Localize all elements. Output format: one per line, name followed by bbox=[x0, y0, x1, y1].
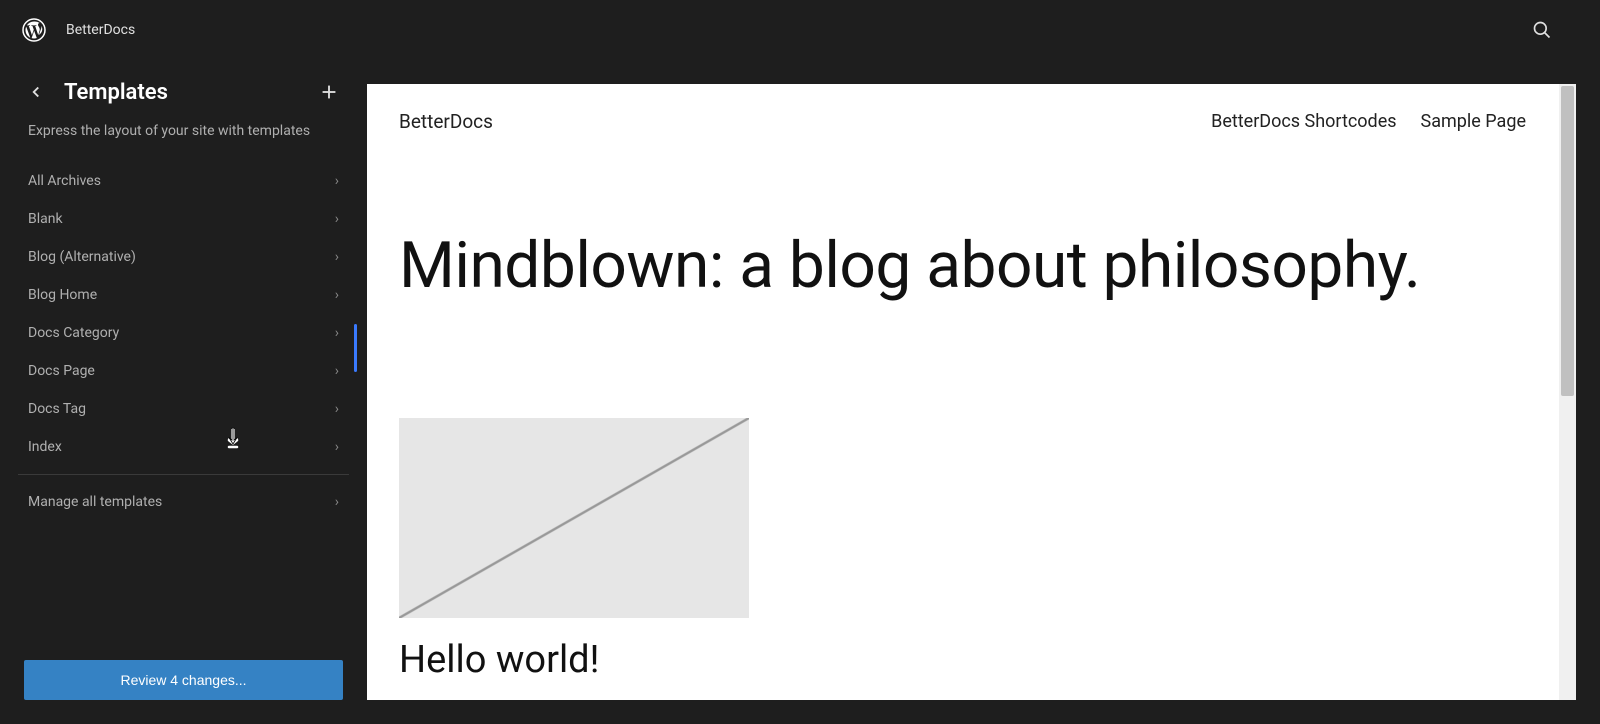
chevron-right-icon: › bbox=[335, 494, 339, 510]
post-featured-image-placeholder[interactable] bbox=[399, 418, 749, 618]
search-button[interactable] bbox=[1524, 12, 1560, 48]
chevron-right-icon: › bbox=[335, 439, 339, 455]
preview-content: BetterDocs BetterDocs Shortcodes Sample … bbox=[367, 84, 1576, 682]
back-button[interactable] bbox=[24, 80, 48, 104]
manage-templates-label: Manage all templates bbox=[28, 494, 162, 510]
preview-site-title[interactable]: BetterDocs bbox=[399, 110, 493, 133]
chevron-right-icon: › bbox=[335, 401, 339, 417]
site-name[interactable]: BetterDocs bbox=[66, 22, 135, 38]
template-item-docs-category[interactable]: Docs Category › bbox=[0, 314, 367, 352]
top-bar-left: BetterDocs bbox=[20, 16, 135, 44]
chevron-right-icon: › bbox=[335, 287, 339, 303]
scroll-indicator[interactable] bbox=[354, 324, 357, 372]
sidebar-header: Templates bbox=[0, 60, 367, 116]
sidebar-header-left: Templates bbox=[24, 80, 168, 105]
template-label: Docs Page bbox=[28, 363, 95, 379]
post-title[interactable]: Hello world! bbox=[399, 638, 1526, 682]
review-changes-button[interactable]: Review 4 changes... bbox=[24, 660, 343, 700]
preview-header: BetterDocs BetterDocs Shortcodes Sample … bbox=[399, 84, 1526, 159]
manage-all-templates[interactable]: Manage all templates › bbox=[0, 483, 367, 521]
top-bar: BetterDocs bbox=[0, 0, 1600, 60]
sidebar-description: Express the layout of your site with tem… bbox=[0, 116, 367, 162]
sidebar-title: Templates bbox=[64, 80, 168, 105]
template-item-index[interactable]: Index › bbox=[0, 428, 367, 466]
main-area: Templates Express the layout of your sit… bbox=[0, 60, 1600, 724]
template-label: Docs Tag bbox=[28, 401, 86, 417]
nav-item-shortcodes[interactable]: BetterDocs Shortcodes bbox=[1211, 111, 1396, 132]
template-label: Index bbox=[28, 439, 62, 455]
chevron-right-icon: › bbox=[335, 211, 339, 227]
chevron-right-icon: › bbox=[335, 249, 339, 265]
template-label: Blog (Alternative) bbox=[28, 249, 136, 265]
preview-panel: BetterDocs BetterDocs Shortcodes Sample … bbox=[367, 60, 1600, 724]
preview-scrollbar[interactable] bbox=[1559, 84, 1576, 700]
review-button-wrapper: Review 4 changes... bbox=[0, 660, 367, 724]
template-item-blog-alternative[interactable]: Blog (Alternative) › bbox=[0, 238, 367, 276]
template-item-blank[interactable]: Blank › bbox=[0, 200, 367, 238]
preview-frame[interactable]: BetterDocs BetterDocs Shortcodes Sample … bbox=[367, 84, 1576, 700]
template-label: Blank bbox=[28, 211, 63, 227]
template-list: All Archives › Blank › Blog (Alternative… bbox=[0, 162, 367, 660]
nav-item-sample-page[interactable]: Sample Page bbox=[1421, 111, 1526, 132]
add-template-button[interactable] bbox=[315, 78, 343, 106]
preview-nav: BetterDocs Shortcodes Sample Page bbox=[1211, 111, 1526, 132]
template-item-all-archives[interactable]: All Archives › bbox=[0, 162, 367, 200]
template-item-blog-home[interactable]: Blog Home › bbox=[0, 276, 367, 314]
preview-scroll-thumb[interactable] bbox=[1561, 86, 1574, 396]
template-label: All Archives bbox=[28, 173, 101, 189]
preview-heading[interactable]: Mindblown: a blog about philosophy. bbox=[399, 229, 1526, 303]
chevron-right-icon: › bbox=[335, 173, 339, 189]
preview-post: Hello world! bbox=[399, 418, 1526, 682]
template-item-docs-tag[interactable]: Docs Tag › bbox=[0, 390, 367, 428]
chevron-right-icon: › bbox=[335, 325, 339, 341]
sidebar: Templates Express the layout of your sit… bbox=[0, 60, 367, 724]
chevron-right-icon: › bbox=[335, 363, 339, 379]
template-label: Blog Home bbox=[28, 287, 97, 303]
wordpress-logo-icon[interactable] bbox=[20, 16, 48, 44]
template-item-docs-page[interactable]: Docs Page › bbox=[0, 352, 367, 390]
template-label: Docs Category bbox=[28, 325, 119, 341]
divider bbox=[18, 474, 349, 475]
